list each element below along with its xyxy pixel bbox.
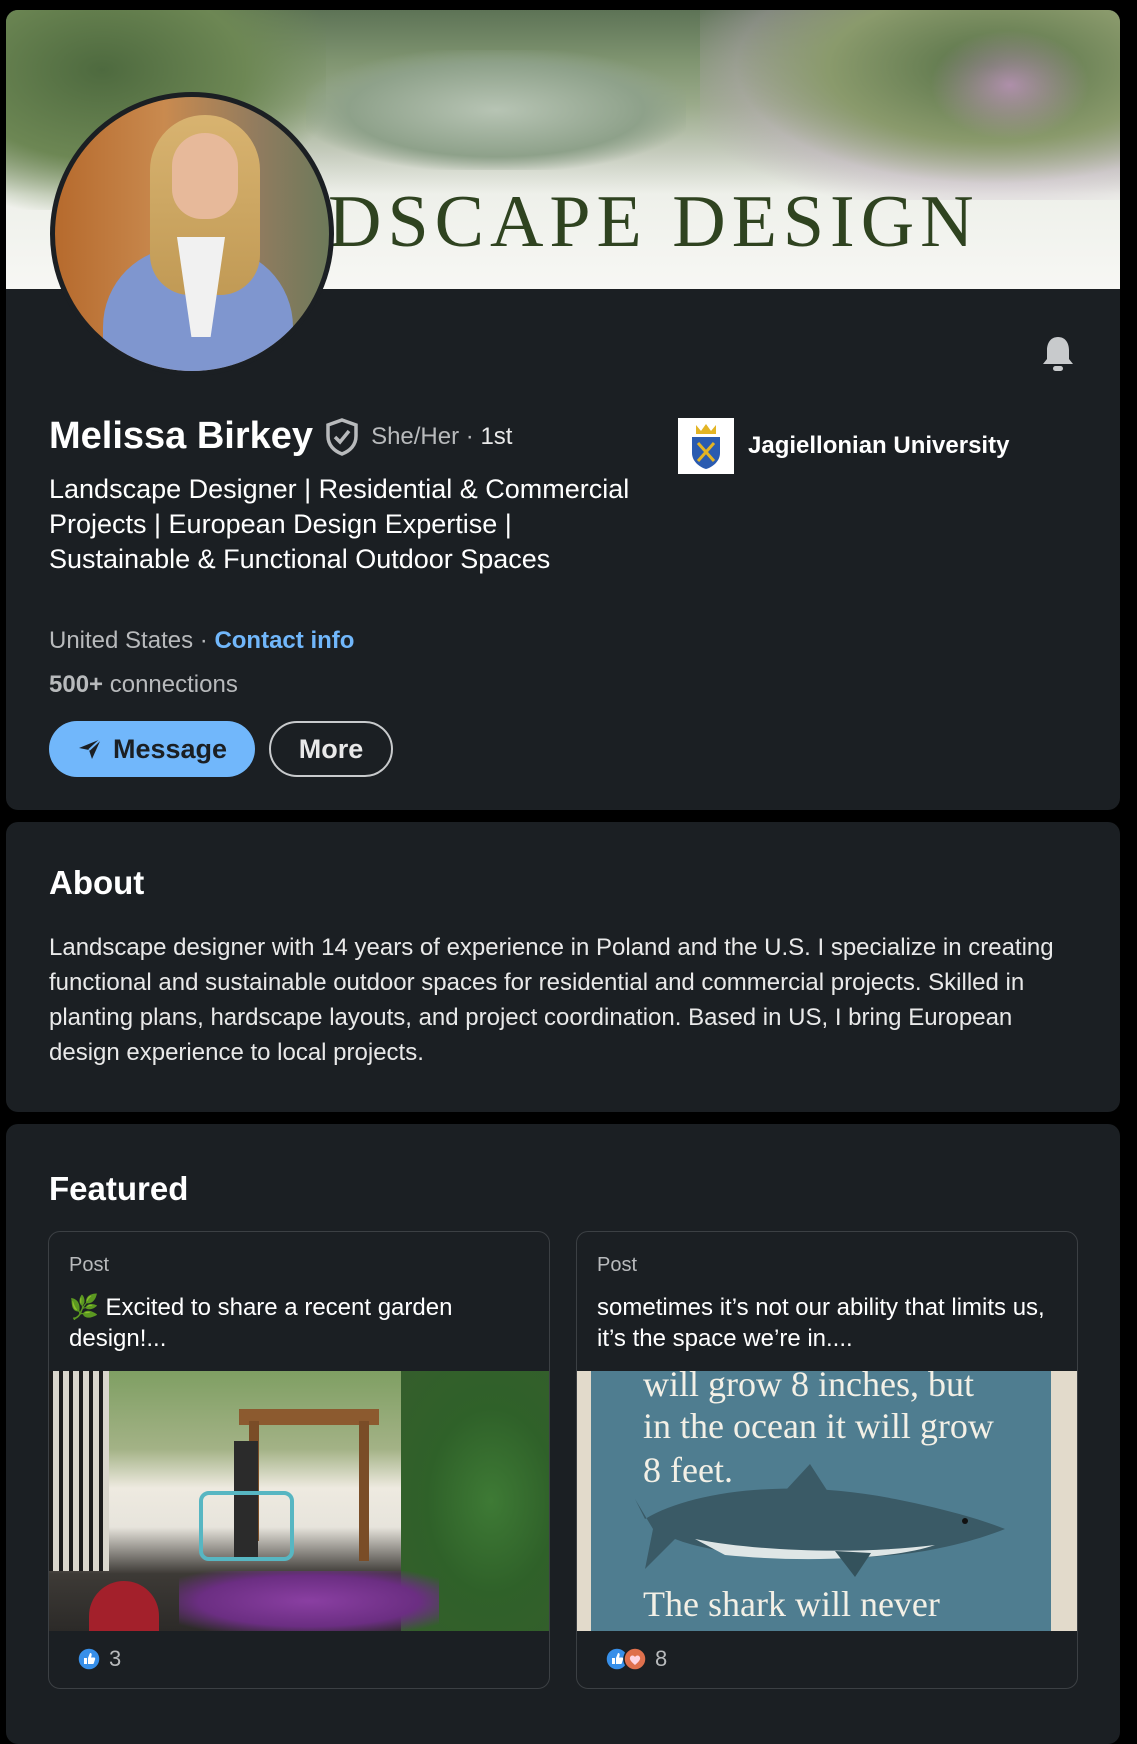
featured-title: Featured — [49, 1170, 189, 1207]
featured-post[interactable]: Post 🌿 Excited to share a recent garden … — [48, 1231, 550, 1689]
more-button[interactable]: More — [269, 721, 393, 777]
post-type-label: Post — [597, 1254, 638, 1276]
profile-headline: Landscape Designer | Residential & Comme… — [49, 474, 630, 574]
image-text-line: The shark will never — [643, 1584, 940, 1624]
notification-bell-button[interactable] — [1034, 330, 1082, 378]
message-button-label: Message — [112, 733, 228, 764]
shark-illustration — [635, 1464, 1005, 1577]
education-link[interactable]: Jagiellonian University — [678, 418, 1009, 474]
bell-icon — [1043, 337, 1073, 371]
contact-info-link[interactable]: Contact info — [214, 627, 354, 654]
connections[interactable]: 500+ connections — [49, 671, 238, 699]
love-icon — [623, 1647, 647, 1671]
verified-icon[interactable] — [325, 417, 359, 456]
reaction-count: 3 — [109, 1646, 122, 1671]
about-title: About — [49, 864, 145, 901]
more-button-label: More — [298, 733, 364, 764]
profile-name: Melissa Birkey — [49, 415, 314, 457]
location: United States — [49, 627, 194, 654]
separator: · — [199, 627, 208, 654]
reaction-count: 8 — [655, 1646, 668, 1671]
profile-card: DSCAPE DESIGN Melissa Birkey She/Her · 1… — [6, 10, 1120, 810]
post-reactions[interactable]: 3 — [77, 1646, 121, 1672]
image-text-line: in the ocean it will grow — [643, 1406, 994, 1446]
connection-degree: 1st — [480, 422, 513, 450]
location-row: United States · Contact info — [49, 627, 354, 655]
garden-design-image — [49, 1371, 549, 1631]
post-text: sometimes it’s not our ability that limi… — [597, 1294, 1045, 1352]
shark-quote-image: will grow 8 inches, but in the ocean it … — [577, 1371, 1077, 1631]
post-type-label: Post — [69, 1254, 110, 1276]
featured-post[interactable]: Post sometimes it’s not our ability that… — [576, 1231, 1078, 1689]
connections-label: connections — [109, 671, 238, 698]
pronouns-degree: She/Her · 1st — [371, 423, 512, 451]
send-icon — [78, 738, 102, 759]
banner-text: DSCAPE DESIGN — [328, 181, 980, 263]
avatar[interactable] — [50, 92, 334, 376]
university-logo-icon — [678, 418, 734, 474]
about-card: About Landscape designer with 14 years o… — [6, 822, 1120, 1112]
education-name: Jagiellonian University — [748, 432, 1010, 459]
featured-card: Featured Post 🌿 Excited to share a recen… — [6, 1124, 1120, 1744]
image-text-line: will grow 8 inches, but — [643, 1371, 974, 1404]
about-text: Landscape designer with 14 years of expe… — [49, 934, 1054, 1066]
connections-count: 500+ — [49, 671, 104, 698]
separator: · — [465, 422, 474, 450]
post-text: 🌿 Excited to share a recent garden desig… — [69, 1294, 453, 1352]
post-reactions[interactable]: 8 — [605, 1646, 667, 1672]
pronouns: She/Her — [371, 422, 460, 450]
name-row: Melissa Birkey She/Her · 1st — [49, 415, 512, 458]
like-icon — [77, 1647, 101, 1671]
message-button[interactable]: Message — [49, 721, 255, 777]
